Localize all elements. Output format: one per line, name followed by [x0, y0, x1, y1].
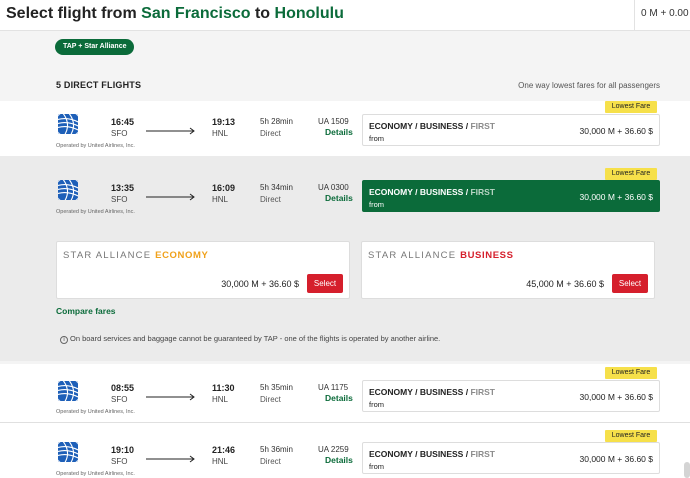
arrival-time: 16:09	[212, 183, 236, 193]
alliance-filter-pill[interactable]: TAP + Star Alliance	[55, 39, 135, 55]
flight-number: UA 1175	[318, 383, 349, 392]
title-destination: Honolulu	[274, 5, 344, 22]
stops: Direct	[260, 457, 281, 466]
info-icon: i	[60, 336, 68, 344]
page-header: Select flight from San Francisco to Hono…	[0, 0, 690, 31]
arrival-time: 11:30	[212, 383, 235, 393]
business-option-price: 45,000 M + 36.60 $	[526, 279, 604, 289]
lowest-fare-badge: Lowest Fare	[605, 168, 657, 180]
details-link[interactable]: Details	[325, 127, 353, 137]
operated-by: Operated by United Airlines, Inc.	[56, 209, 135, 215]
flight-number: UA 1509	[318, 117, 349, 126]
flight-row: Operated by United Airlines, Inc. 19:10 …	[0, 422, 690, 478]
arrow-right-icon	[146, 388, 196, 401]
operated-by: Operated by United Airlines, Inc.	[56, 471, 135, 477]
basket-total[interactable]: 0 M + 0.00 $	[634, 0, 690, 31]
select-economy-button[interactable]: Select	[307, 274, 343, 293]
departure-airport: SFO	[111, 129, 128, 138]
compare-fares-link[interactable]: Compare fares	[56, 306, 116, 316]
business-option-title: STAR ALLIANCE BUSINESS	[368, 250, 514, 261]
arrow-right-icon	[146, 122, 196, 135]
duration: 5h 28min	[260, 117, 293, 126]
duration: 5h 36min	[260, 445, 293, 454]
lowest-fare-badge: Lowest Fare	[605, 430, 657, 442]
flight-row: Operated by United Airlines, Inc. 08:55 …	[0, 364, 690, 422]
fare-card[interactable]: ECONOMY / BUSINESS / FIRST from 30,000 M…	[362, 114, 660, 146]
departure-time: 13:35	[111, 183, 135, 193]
page-title: Select flight from San Francisco to Hono…	[6, 5, 344, 23]
departure-airport: SFO	[111, 195, 128, 204]
from-label: from	[369, 134, 384, 143]
title-prefix: Select flight from	[6, 5, 137, 22]
cabin-classes: ECONOMY / BUSINESS / FIRST	[369, 187, 495, 197]
departure-time: 08:55	[111, 383, 135, 393]
economy-option-title: STAR ALLIANCE ECONOMY	[63, 250, 209, 261]
flight-count: 5 DIRECT FLIGHTS	[56, 80, 142, 90]
flight-number: UA 0300	[318, 183, 349, 192]
departure-airport: SFO	[111, 457, 128, 466]
flight-row: Operated by United Airlines, Inc. 16:45 …	[0, 101, 690, 156]
arrow-right-icon	[146, 450, 196, 463]
stops: Direct	[260, 395, 281, 404]
details-link[interactable]: Details	[325, 393, 353, 403]
select-business-button[interactable]: Select	[612, 274, 648, 293]
arrow-right-icon	[146, 188, 196, 201]
scrollbar-thumb[interactable]	[684, 462, 690, 478]
stops: Direct	[260, 195, 281, 204]
united-airlines-logo-icon	[58, 442, 78, 462]
duration: 5h 34min	[260, 183, 293, 192]
details-link[interactable]: Details	[325, 193, 353, 203]
from-label: from	[369, 400, 384, 409]
fare-card[interactable]: ECONOMY / BUSINESS / FIRST from 30,000 M…	[362, 380, 660, 412]
flight-number: UA 2259	[318, 445, 349, 454]
departure-time: 16:45	[111, 117, 135, 127]
arrival-airport: HNL	[212, 195, 229, 204]
fare-card-selected[interactable]: ECONOMY / BUSINESS / FIRST from 30,000 M…	[362, 180, 660, 212]
economy-option-price: 30,000 M + 36.60 $	[221, 279, 299, 289]
operated-by: Operated by United Airlines, Inc.	[56, 409, 135, 415]
cabin-classes: ECONOMY / BUSINESS / FIRST	[369, 387, 495, 397]
departure-time: 19:10	[111, 445, 135, 455]
departure-airport: SFO	[111, 395, 128, 404]
from-label: from	[369, 200, 384, 209]
operator-notice: i On board services and baggage cannot be…	[60, 334, 440, 344]
title-origin: San Francisco	[141, 5, 251, 22]
fare-price: 30,000 M + 36.60 $	[579, 192, 654, 202]
economy-option-card[interactable]: STAR ALLIANCE ECONOMY 30,000 M + 36.60 $…	[56, 241, 350, 299]
united-airlines-logo-icon	[58, 180, 78, 200]
arrival-airport: HNL	[212, 129, 229, 138]
stops: Direct	[260, 129, 281, 138]
arrival-airport: HNL	[212, 457, 229, 466]
arrival-time: 21:46	[212, 445, 236, 455]
arrival-airport: HNL	[212, 395, 229, 404]
title-connector: to	[254, 5, 271, 22]
fare-note: One way lowest fares for all passengers	[518, 81, 660, 90]
operated-by: Operated by United Airlines, Inc.	[56, 143, 135, 149]
business-option-card[interactable]: STAR ALLIANCE BUSINESS 45,000 M + 36.60 …	[361, 241, 655, 299]
lowest-fare-badge: Lowest Fare	[605, 101, 657, 113]
fare-card[interactable]: ECONOMY / BUSINESS / FIRST from 30,000 M…	[362, 442, 660, 474]
lowest-fare-badge: Lowest Fare	[605, 367, 657, 379]
united-airlines-logo-icon	[58, 114, 78, 134]
united-airlines-logo-icon	[58, 381, 78, 401]
fare-price: 30,000 M + 36.60 $	[579, 454, 654, 464]
cabin-classes: ECONOMY / BUSINESS / FIRST	[369, 449, 495, 459]
arrival-time: 19:13	[212, 117, 236, 127]
fare-price: 30,000 M + 36.60 $	[579, 392, 654, 402]
from-label: from	[369, 462, 384, 471]
fare-price: 30,000 M + 36.60 $	[579, 126, 654, 136]
cabin-classes: ECONOMY / BUSINESS / FIRST	[369, 121, 495, 131]
duration: 5h 35min	[260, 383, 293, 392]
details-link[interactable]: Details	[325, 455, 353, 465]
